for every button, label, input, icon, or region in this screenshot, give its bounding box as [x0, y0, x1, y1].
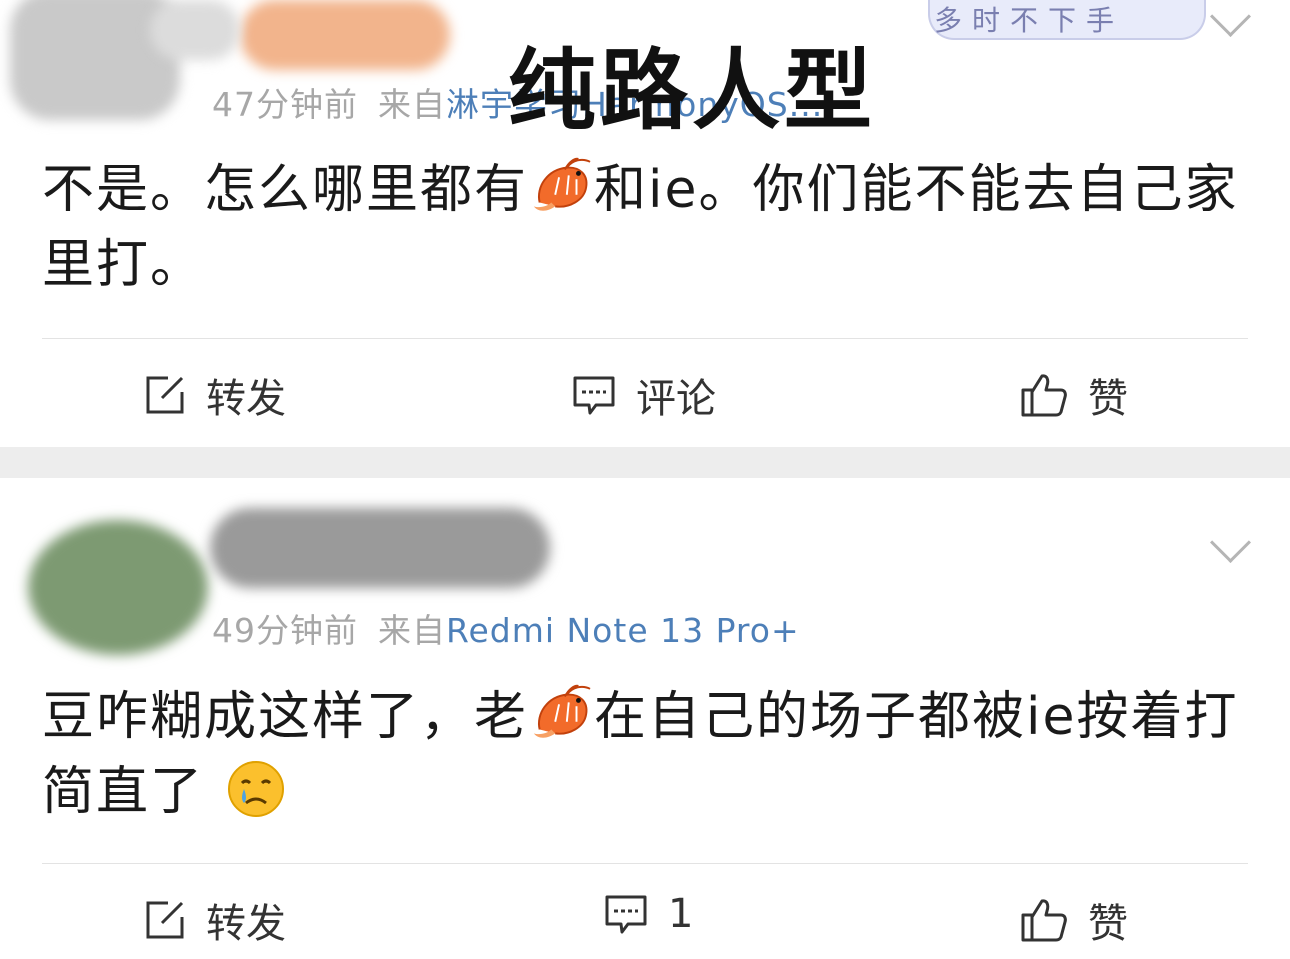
post-time: 47分钟前 — [212, 85, 358, 124]
sticker-text: 多时不下手 — [933, 4, 1124, 37]
chevron-down-icon[interactable] — [1209, 521, 1252, 564]
like-label: 赞 — [1088, 901, 1128, 947]
from-label: 来自 — [378, 85, 446, 124]
comment-button[interactable]: 评论 — [572, 366, 716, 424]
post-source[interactable]: Redmi Note 13 Pro+ — [446, 611, 800, 650]
repost-button[interactable]: 转发 — [144, 366, 286, 424]
username-blurred[interactable] — [240, 0, 450, 70]
username-blurred-2 — [150, 0, 240, 60]
repost-label: 转发 — [206, 901, 286, 947]
edit-share-icon — [146, 901, 184, 939]
comment-bubble-icon — [573, 376, 615, 415]
repost-label: 转发 — [206, 376, 286, 422]
post-separator — [0, 447, 1290, 478]
content-before: 不是。怎么哪里都有 — [42, 160, 529, 220]
divider — [42, 338, 1248, 339]
thumbs-up-icon — [1021, 374, 1067, 417]
comment-count: 1 — [668, 891, 694, 937]
weibo-post-1: 多时不下手 47分钟前 来自淋宇学习HarmonyOS... 纯路人型 不是。怎么… — [0, 0, 1290, 447]
shrimp-emoji — [533, 684, 591, 738]
avatar-blurred[interactable] — [28, 520, 208, 655]
repost-button[interactable]: 转发 — [144, 891, 286, 949]
weibo-post-2: 49分钟前 来自Redmi Note 13 Pro+ 豆咋糊成这样了，老 在自己的… — [0, 478, 1290, 959]
username-blurred[interactable] — [210, 508, 550, 588]
thumbs-up-icon — [1021, 899, 1067, 942]
post-time: 49分钟前 — [212, 611, 358, 650]
divider — [42, 863, 1248, 864]
shrimp-emoji — [533, 157, 591, 211]
like-label: 赞 — [1088, 376, 1128, 422]
like-button[interactable]: 赞 — [1020, 366, 1128, 424]
post-content: 豆咋糊成这样了，老 在自己的场子都被ie按着打简直了 — [42, 680, 1252, 830]
comment-label: 评论 — [636, 376, 716, 422]
comment-button[interactable]: 1 — [604, 891, 693, 937]
overlay-title: 纯路人型 — [508, 39, 877, 142]
edit-share-icon — [146, 376, 184, 414]
crying-face-emoji — [227, 761, 284, 817]
chevron-down-icon[interactable] — [1209, 0, 1252, 38]
from-label: 来自 — [378, 611, 446, 650]
decoration-sticker: 多时不下手 — [928, 0, 1206, 40]
like-button[interactable]: 赞 — [1020, 891, 1128, 949]
post-meta: 49分钟前 来自Redmi Note 13 Pro+ — [212, 604, 800, 652]
comment-bubble-icon — [605, 895, 647, 934]
post-content: 不是。怎么哪里都有 和ie。你们能不能去自己家里打。 — [42, 153, 1252, 303]
content-before: 豆咋糊成这样了，老 — [42, 687, 529, 747]
